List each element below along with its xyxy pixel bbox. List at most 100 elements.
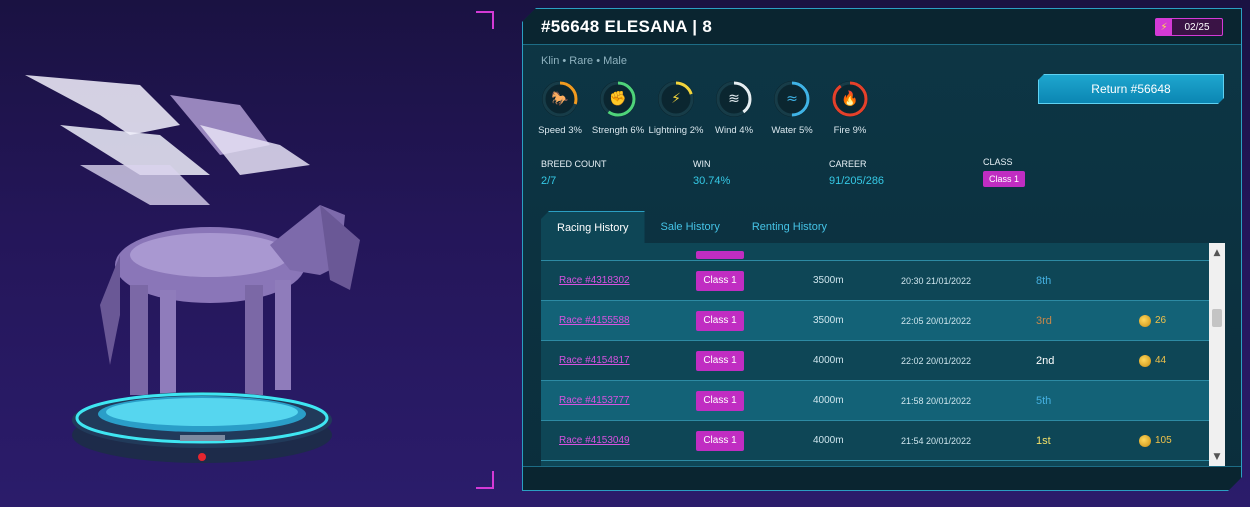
coin-icon: [1139, 355, 1151, 367]
stat-ring: ≋: [716, 81, 752, 117]
table-row: Race #4154817 Class 1 4000m 22:02 20/01/202…: [541, 341, 1209, 381]
stat-label: Strength 6%: [591, 125, 645, 136]
race-class-badge: Class 1: [696, 431, 744, 451]
race-class-badge: Class 1: [696, 391, 744, 411]
display-pedestal: [72, 392, 332, 463]
race-time: 22:05 20/01/2022: [901, 315, 972, 326]
horse-details-panel: #56648 ELESANA | 8 ⚡ 02/25 Klin • Rare •…: [522, 8, 1242, 491]
stat-label: Water 5%: [771, 125, 813, 136]
return-button[interactable]: Return #56648: [1038, 74, 1224, 104]
race-link[interactable]: Race #4153777: [559, 395, 630, 406]
race-distance: 4000m: [813, 355, 844, 366]
panel-footer: [523, 466, 1241, 490]
win-value: 30.74%: [693, 175, 731, 187]
fist-icon: ✊: [609, 91, 627, 107]
energy-count: 02/25: [1184, 21, 1210, 33]
stat-lightning: ⚡ Lightning 2%: [657, 81, 695, 136]
energy-badge: ⚡ 02/25: [1155, 18, 1223, 36]
wind-icon: ≋: [728, 91, 740, 107]
horse-model-image: [25, 75, 360, 395]
race-class-badge: Class 1: [696, 271, 744, 291]
race-class-badge: Class 1: [696, 311, 744, 331]
stat-label: Fire 9%: [833, 125, 867, 136]
panel-header: #56648 ELESANA | 8 ⚡ 02/25: [523, 9, 1241, 45]
race-class-badge: Class 1: [696, 351, 744, 371]
horse-icon: 🐎: [551, 91, 569, 107]
race-reward: 44: [1139, 341, 1166, 380]
race-place: 8th: [1036, 274, 1052, 287]
stats-row: 🐎 Speed 3% ✊ Strength 6% ⚡ Lightning 2% ≋ Wind …: [541, 81, 869, 136]
race-distance: 3500m: [813, 315, 844, 326]
race-link[interactable]: Race #4154817: [559, 355, 630, 366]
breed-count: BREED COUNT 2/7: [541, 159, 607, 187]
horse-title: #56648 ELESANA | 8: [541, 16, 713, 36]
horse-subtitle: Klin • Rare • Male: [541, 55, 627, 67]
horse-info: BREED COUNT 2/7 WIN 30.74% CAREER 91/205…: [541, 159, 1041, 199]
scroll-thumb[interactable]: [1212, 309, 1222, 327]
coin-icon: [1139, 315, 1151, 327]
stat-wind: ≋ Wind 4%: [715, 81, 753, 136]
reward-amount: 105: [1155, 435, 1172, 446]
stat-speed: 🐎 Speed 3%: [541, 81, 579, 136]
table-row: Race #4318302 Class 1 3500m 20:30 21/01/202…: [541, 261, 1209, 301]
fire-icon: 🔥: [841, 91, 859, 107]
race-time: 22:02 20/01/2022: [901, 355, 972, 366]
breed-count-label: BREED COUNT: [541, 159, 607, 169]
stat-ring: ✊: [600, 81, 636, 117]
racing-history-table: Race #4318302 Class 1 3500m 20:30 21/01/202…: [541, 243, 1225, 467]
stat-label: Speed 3%: [538, 125, 582, 136]
race-place: 5th: [1036, 394, 1052, 407]
career: CAREER 91/205/286: [829, 159, 884, 187]
lightning-icon: ⚡: [1156, 19, 1172, 35]
race-distance: 3500m: [813, 275, 844, 286]
tab-racing-history[interactable]: Racing History: [541, 211, 645, 243]
race-distance: 4000m: [813, 395, 844, 406]
stat-fire: 🔥 Fire 9%: [831, 81, 869, 136]
stat-ring: 🔥: [832, 81, 868, 117]
race-distance: 4000m: [813, 435, 844, 446]
tab-renting-history[interactable]: Renting History: [736, 211, 843, 243]
stat-ring: 🐎: [542, 81, 578, 117]
stat-ring: ⚡: [658, 81, 694, 117]
water-icon: ≈: [786, 91, 798, 107]
stat-label: Wind 4%: [715, 125, 754, 136]
race-place: 3rd: [1036, 314, 1052, 327]
class-info: CLASS Class 1: [983, 157, 1025, 187]
tab-sale-history[interactable]: Sale History: [645, 211, 736, 243]
frame-corner-top: [476, 11, 494, 29]
career-label: CAREER: [829, 159, 867, 169]
race-reward: 26: [1139, 301, 1166, 340]
race-reward: 105: [1139, 421, 1172, 460]
table-row: Race #4153777 Class 1 4000m 21:58 20/01/202…: [541, 381, 1209, 421]
scroll-down-icon[interactable]: ▼: [1209, 449, 1225, 465]
win-rate: WIN 30.74%: [693, 159, 730, 187]
race-link[interactable]: Race #4153049: [559, 435, 630, 446]
coin-icon: [1139, 435, 1151, 447]
reward-amount: 44: [1155, 355, 1167, 366]
class-label: CLASS: [983, 157, 1013, 167]
race-time: 20:30 21/01/2022: [901, 275, 972, 286]
horse-showcase: [0, 0, 500, 507]
race-place: 2nd: [1036, 354, 1055, 367]
breed-count-value: 2/7: [541, 175, 557, 187]
race-place: 1st: [1036, 434, 1051, 447]
history-tabs: Racing History Sale History Renting Hist…: [541, 211, 843, 243]
race-link[interactable]: Race #4155588: [559, 315, 630, 326]
stat-ring: ≈: [774, 81, 810, 117]
table-scrollbar[interactable]: ▲ ▼: [1209, 243, 1225, 467]
win-label: WIN: [693, 159, 711, 169]
stat-strength: ✊ Strength 6%: [599, 81, 637, 136]
table-row: [541, 243, 1209, 261]
frame-corner-bottom: [476, 471, 494, 489]
race-link[interactable]: Race #4318302: [559, 275, 630, 286]
career-value: 91/205/286: [829, 175, 885, 187]
stat-label: Lightning 2%: [648, 125, 704, 136]
scroll-up-icon[interactable]: ▲: [1209, 245, 1225, 261]
table-row: Race #4155588 Class 1 3500m 22:05 20/01/202…: [541, 301, 1209, 341]
race-time: 21:58 20/01/2022: [901, 395, 972, 406]
class-value: Class 1: [983, 171, 1025, 187]
reward-amount: 26: [1155, 315, 1167, 326]
stat-water: ≈ Water 5%: [773, 81, 811, 136]
table-scroll-area[interactable]: Race #4318302 Class 1 3500m 20:30 21/01/202…: [541, 243, 1209, 467]
lightning-icon: ⚡: [671, 91, 681, 107]
